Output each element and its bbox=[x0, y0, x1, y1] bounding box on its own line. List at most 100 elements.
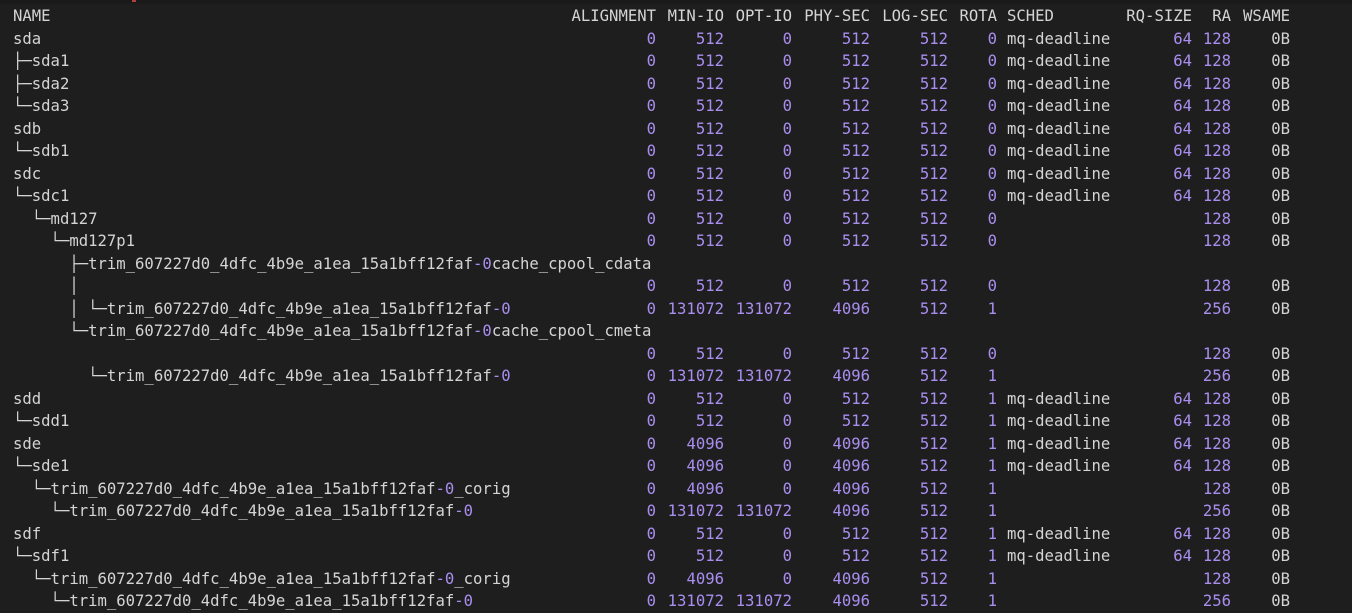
device-name: └─trim_607227d0_4dfc_4b9e_a1ea_15a1bff12… bbox=[13, 367, 511, 385]
read-ahead-value: 128 bbox=[1202, 187, 1231, 205]
header-name: NAME bbox=[13, 7, 51, 25]
min-io-value: 512 bbox=[695, 209, 724, 228]
alignment-value: 0 bbox=[646, 299, 656, 318]
phy-sec-value: 512 bbox=[841, 232, 870, 250]
scheduler-value: mq-deadline bbox=[1007, 434, 1111, 453]
rq-size-value: 64 bbox=[1173, 164, 1192, 183]
device-row: sda 0 512 0 512 512 0 mq-deadline 64 128 0B bbox=[0, 28, 1352, 51]
read-ahead-value: 128 bbox=[1202, 344, 1231, 363]
wsame-value: 0B bbox=[1271, 52, 1290, 70]
phy-sec-value: 512 bbox=[841, 547, 870, 565]
scheduler-value: mq-deadline bbox=[1007, 164, 1111, 183]
min-io-value: 512 bbox=[695, 344, 724, 363]
alignment-value: 0 bbox=[646, 29, 656, 48]
alignment-value: 0 bbox=[646, 209, 656, 228]
rota-value: 1 bbox=[987, 524, 997, 543]
scheduler-value: mq-deadline bbox=[1007, 457, 1111, 475]
device-row: └─sde1 0 4096 0 4096 512 1 mq-deadline 64 128 0B bbox=[0, 455, 1352, 478]
rota-value: 0 bbox=[987, 232, 997, 250]
min-io-value: 512 bbox=[695, 277, 724, 295]
device-row: │ └─trim_607227d0_4dfc_4b9e_a1ea_15a1bff… bbox=[0, 298, 1352, 321]
phy-sec-value: 4096 bbox=[832, 592, 870, 610]
name-suffix-highlight: -0 bbox=[454, 592, 474, 610]
rota-value: 0 bbox=[987, 277, 997, 295]
opt-io-value: 0 bbox=[782, 524, 792, 543]
log-sec-value: 512 bbox=[919, 119, 948, 138]
opt-io-value: 0 bbox=[782, 142, 792, 160]
phy-sec-value: 4096 bbox=[832, 457, 870, 475]
opt-io-value: 0 bbox=[782, 344, 792, 363]
read-ahead-value: 256 bbox=[1202, 367, 1231, 385]
wsame-value: 0B bbox=[1271, 389, 1290, 408]
scheduler-value: mq-deadline bbox=[1007, 412, 1111, 430]
wsame-value: 0B bbox=[1271, 299, 1290, 318]
scheduler-value: mq-deadline bbox=[1007, 524, 1111, 543]
device-rows: sda 0 512 0 512 512 0 mq-deadline 64 128 0B ├─sda1 0… bbox=[0, 28, 1352, 613]
opt-io-value: 0 bbox=[782, 74, 792, 93]
opt-io-value: 0 bbox=[782, 209, 792, 228]
alignment-value: 0 bbox=[646, 412, 656, 430]
device-name: └─sda3 bbox=[13, 97, 70, 115]
read-ahead-value: 128 bbox=[1202, 412, 1231, 430]
header-log-sec: LOG-SEC bbox=[882, 7, 948, 25]
min-io-value: 512 bbox=[695, 142, 724, 160]
terminal-output[interactable]: NAME ALIGNMENT MIN-IO OPT-IO PHY-SEC LOG… bbox=[0, 5, 1352, 613]
alignment-value: 0 bbox=[646, 367, 656, 385]
header-rota: ROTA bbox=[959, 7, 997, 25]
device-name: sdb bbox=[13, 119, 42, 138]
read-ahead-value: 128 bbox=[1202, 52, 1231, 70]
rota-value: 1 bbox=[987, 299, 997, 318]
header-ra: RA bbox=[1212, 7, 1231, 25]
log-sec-value: 512 bbox=[919, 434, 948, 453]
device-row: └─sdc1 0 512 0 512 512 0 mq-deadline 64 128 0B bbox=[0, 185, 1352, 208]
rq-size-value: 64 bbox=[1173, 74, 1192, 93]
phy-sec-value: 4096 bbox=[832, 299, 870, 318]
device-name: ├─trim_607227d0_4dfc_4b9e_a1ea_15a1bff12… bbox=[13, 254, 652, 273]
phy-sec-value: 512 bbox=[841, 412, 870, 430]
min-io-value: 4096 bbox=[686, 569, 724, 588]
device-name: │ └─trim_607227d0_4dfc_4b9e_a1ea_15a1bff… bbox=[13, 299, 511, 318]
opt-io-value: 0 bbox=[782, 569, 792, 588]
device-row: └─trim_607227d0_4dfc_4b9e_a1ea_15a1bff12… bbox=[0, 320, 1352, 343]
scheduler-value: mq-deadline bbox=[1007, 119, 1111, 138]
rota-value: 0 bbox=[987, 164, 997, 183]
alignment-value: 0 bbox=[646, 502, 656, 520]
device-name: └─trim_607227d0_4dfc_4b9e_a1ea_15a1bff12… bbox=[13, 592, 474, 610]
wsame-value: 0B bbox=[1271, 142, 1290, 160]
header-rq-size: RQ-SIZE bbox=[1126, 7, 1192, 25]
phy-sec-value: 512 bbox=[841, 164, 870, 183]
read-ahead-value: 256 bbox=[1202, 592, 1231, 610]
rq-size-value: 64 bbox=[1173, 187, 1192, 205]
read-ahead-value: 128 bbox=[1202, 97, 1231, 115]
alignment-value: 0 bbox=[646, 344, 656, 363]
alignment-value: 0 bbox=[646, 592, 656, 610]
device-row: sdb 0 512 0 512 512 0 mq-deadline 64 128 0B bbox=[0, 118, 1352, 141]
read-ahead-value: 128 bbox=[1202, 232, 1231, 250]
alignment-value: 0 bbox=[646, 479, 656, 498]
opt-io-value: 0 bbox=[782, 457, 792, 475]
alignment-value: 0 bbox=[646, 142, 656, 160]
log-sec-value: 512 bbox=[919, 209, 948, 228]
device-name: └─md127p1 bbox=[13, 232, 136, 250]
opt-io-value: 0 bbox=[782, 434, 792, 453]
alignment-value: 0 bbox=[646, 457, 656, 475]
name-suffix-highlight: -0 bbox=[435, 569, 455, 588]
min-io-value: 512 bbox=[695, 412, 724, 430]
device-row: └─sda3 0 512 0 512 512 0 mq-deadline 64 128 0B bbox=[0, 95, 1352, 118]
log-sec-value: 512 bbox=[919, 479, 948, 498]
alignment-value: 0 bbox=[646, 524, 656, 543]
alignment-value: 0 bbox=[646, 74, 656, 93]
wsame-value: 0B bbox=[1271, 97, 1290, 115]
device-name: └─sdf1 bbox=[13, 547, 70, 565]
wsame-value: 0B bbox=[1271, 209, 1290, 228]
opt-io-value: 0 bbox=[782, 187, 792, 205]
read-ahead-value: 256 bbox=[1202, 502, 1231, 520]
name-suffix-highlight: -0 bbox=[473, 254, 492, 273]
device-row: sdf 0 512 0 512 512 1 mq-deadline 64 128 0B bbox=[0, 523, 1352, 546]
device-row: sde 0 4096 0 4096 512 1 mq-deadline 64 128 0B bbox=[0, 433, 1352, 456]
min-io-value: 4096 bbox=[686, 434, 724, 453]
rota-value: 1 bbox=[987, 592, 997, 610]
min-io-value: 131072 bbox=[667, 502, 724, 520]
device-name: └─trim_607227d0_4dfc_4b9e_a1ea_15a1bff12… bbox=[13, 322, 652, 340]
rota-value: 1 bbox=[987, 434, 997, 453]
